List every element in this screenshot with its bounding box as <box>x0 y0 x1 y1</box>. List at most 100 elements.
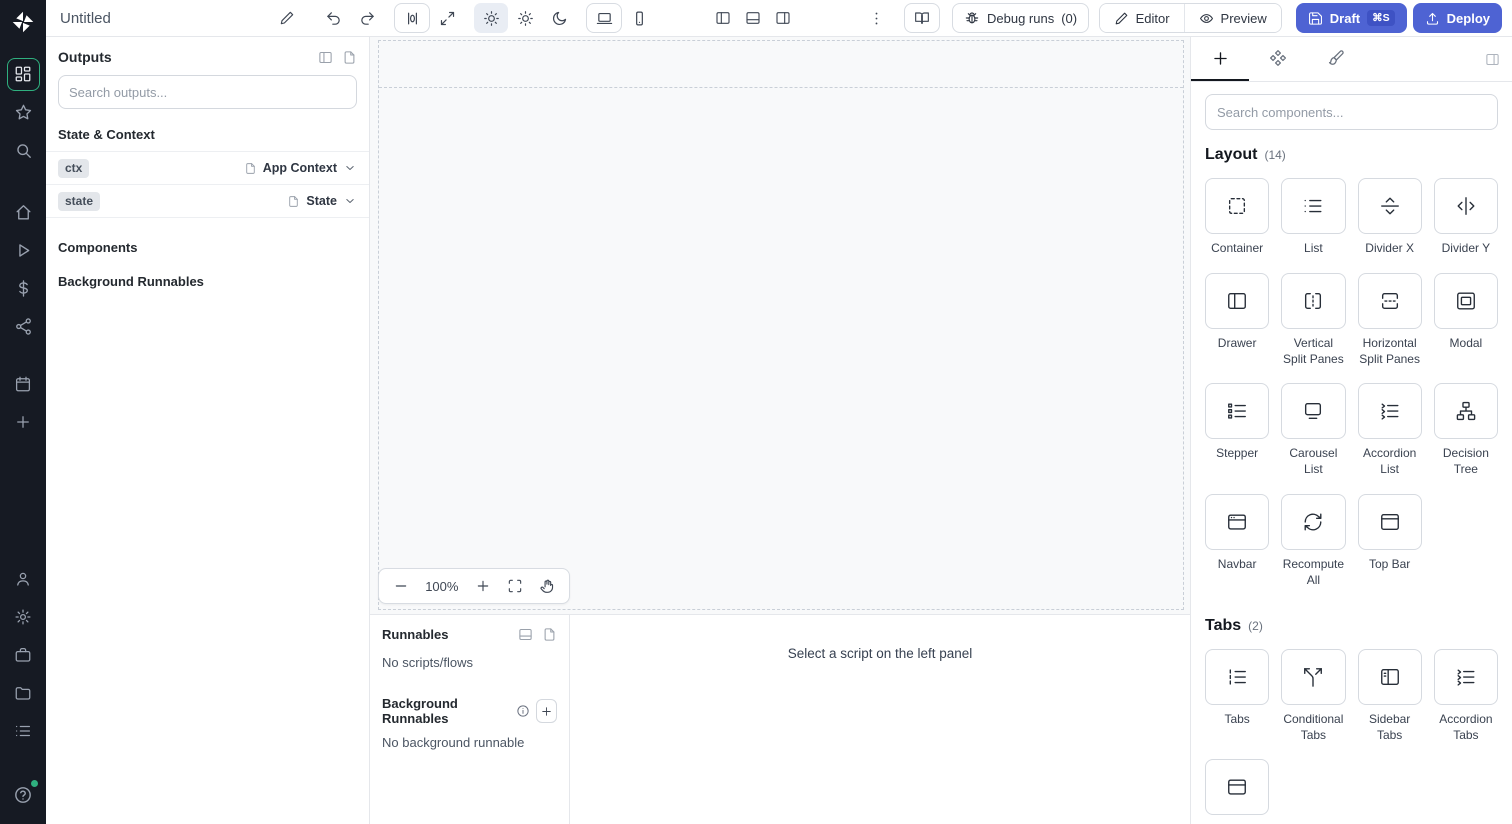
collapse-panel-button[interactable] <box>1485 37 1512 81</box>
desktop-view-button[interactable] <box>586 3 622 33</box>
component-card-tabs[interactable]: Tabs <box>1205 648 1270 744</box>
chevron-down-icon[interactable] <box>343 194 357 208</box>
rail-logs-button[interactable] <box>0 712 46 750</box>
drawer-icon <box>1205 272 1270 329</box>
help-button[interactable] <box>0 778 46 812</box>
grid-alignment-button[interactable] <box>394 3 430 33</box>
chevron-down-icon[interactable] <box>343 161 357 175</box>
preview-mode-button[interactable]: Preview <box>1184 4 1281 32</box>
file-icon[interactable] <box>342 50 357 65</box>
component-card-navbar[interactable]: Navbar <box>1205 494 1270 589</box>
component-card-carousel-list[interactable]: Carousel List <box>1281 383 1346 478</box>
search-outputs-input[interactable] <box>58 75 357 109</box>
component-card-container[interactable]: Container <box>1205 178 1270 257</box>
topbar-icon <box>1357 494 1422 551</box>
redo-button[interactable] <box>350 3 384 33</box>
theme-auto-button[interactable] <box>474 3 508 33</box>
component-card-horizontal-split-panes[interactable]: Horizontal Split Panes <box>1357 272 1422 368</box>
theme-light-button[interactable] <box>508 3 542 33</box>
components-panel: Layout(14) Container List Divider X Divider … <box>1190 37 1512 824</box>
component-card-accordion-list[interactable]: Accordion List <box>1357 383 1422 478</box>
rail-variables-button[interactable] <box>0 269 46 307</box>
expand-grid-button[interactable] <box>430 3 464 33</box>
file-icon <box>244 162 257 175</box>
search-components-input[interactable] <box>1205 94 1498 130</box>
component-card-recompute-all[interactable]: Recompute All <box>1281 494 1346 589</box>
theme-dark-button[interactable] <box>542 3 576 33</box>
save-draft-button[interactable]: Draft ⌘S <box>1295 3 1407 33</box>
component-card-accordion-tabs[interactable]: Accordion Tabs <box>1433 648 1498 744</box>
fit-view-button[interactable] <box>507 578 523 594</box>
expand-icon <box>439 10 456 27</box>
rail-folders-button[interactable] <box>0 674 46 712</box>
component-card-vertical-split-panes[interactable]: Vertical Split Panes <box>1281 272 1346 368</box>
component-card-window[interactable] <box>1205 759 1270 824</box>
editor-mode-button[interactable]: Editor <box>1099 4 1184 32</box>
dollar-icon <box>14 279 33 298</box>
toggle-bottom-panel-button[interactable] <box>738 3 768 33</box>
component-card-divider-x[interactable]: Divider X <box>1357 178 1422 257</box>
debug-runs-label: Debug runs <box>987 10 1055 26</box>
toggle-right-panel-button[interactable] <box>768 3 798 33</box>
component-card-drawer[interactable]: Drawer <box>1205 272 1270 368</box>
outputs-title: Outputs <box>58 49 112 65</box>
vsplit-icon <box>1281 272 1346 329</box>
rail-resources-button[interactable] <box>0 307 46 345</box>
component-card-modal[interactable]: Modal <box>1433 272 1498 368</box>
stepper-icon <box>1205 383 1270 440</box>
component-section-tabs: Tabs (2) Tabs Conditional Tabs Sidebar Tabs A… <box>1205 617 1498 824</box>
docs-button[interactable] <box>904 3 940 33</box>
file-icon[interactable] <box>542 627 557 642</box>
windmill-logo[interactable] <box>10 9 36 35</box>
add-background-runnable-button[interactable] <box>535 699 557 723</box>
gear-icon <box>14 608 32 626</box>
rail-settings-button[interactable] <box>0 598 46 636</box>
component-card-top-bar[interactable]: Top Bar <box>1357 494 1422 589</box>
component-label: List <box>1304 241 1323 255</box>
rail-schedules-button[interactable] <box>0 365 46 403</box>
tab-styling[interactable] <box>1307 37 1365 81</box>
nav-rail <box>0 0 46 824</box>
pencil-icon <box>1114 11 1129 26</box>
zoom-in-button[interactable] <box>475 578 491 594</box>
rename-button[interactable] <box>274 3 300 33</box>
panel-bottom-icon[interactable] <box>518 627 533 642</box>
plus-icon <box>1211 49 1230 68</box>
rail-home-button[interactable] <box>0 193 46 231</box>
plus-icon <box>475 578 491 594</box>
component-card-divider-y[interactable]: Divider Y <box>1433 178 1498 257</box>
output-row-state[interactable]: state State <box>46 185 369 218</box>
component-card-sidebar-tabs[interactable]: Sidebar Tabs <box>1357 648 1422 744</box>
rail-workers-button[interactable] <box>0 636 46 674</box>
rail-apps-button[interactable] <box>0 55 46 93</box>
component-grid: Container List Divider X Divider Y Drawer Ver… <box>1205 178 1498 589</box>
accordion-icon <box>1433 648 1498 705</box>
pan-mode-button[interactable] <box>539 578 555 594</box>
rail-user-button[interactable] <box>0 560 46 598</box>
rail-favorites-button[interactable] <box>0 93 46 131</box>
component-label: Top Bar <box>1368 557 1411 572</box>
component-card-list[interactable]: List <box>1281 178 1346 257</box>
panel-left-icon[interactable] <box>318 50 333 65</box>
more-menu-button[interactable] <box>862 3 890 33</box>
tab-insert-component[interactable] <box>1191 37 1249 81</box>
runnables-title: Runnables <box>382 627 449 642</box>
component-card-decision-tree[interactable]: Decision Tree <box>1433 383 1498 478</box>
component-label: Accordion Tabs <box>1439 711 1493 742</box>
rail-search-button[interactable] <box>0 131 46 169</box>
debug-runs-button[interactable]: Debug runs (0) <box>952 3 1090 33</box>
app-canvas[interactable]: 100% <box>370 37 1190 614</box>
toggle-left-panel-button[interactable] <box>708 3 738 33</box>
rail-runs-button[interactable] <box>0 231 46 269</box>
tab-component-settings[interactable] <box>1249 37 1307 81</box>
component-card-conditional-tabs[interactable]: Conditional Tabs <box>1281 648 1346 744</box>
component-label: Decision Tree <box>1442 446 1489 477</box>
undo-button[interactable] <box>316 3 350 33</box>
output-row-ctx[interactable]: ctx App Context <box>46 152 369 185</box>
mobile-view-button[interactable] <box>622 3 656 33</box>
rail-create-button[interactable] <box>0 403 46 441</box>
canvas-empty-row[interactable] <box>379 41 1183 88</box>
zoom-out-button[interactable] <box>393 578 409 594</box>
component-card-stepper[interactable]: Stepper <box>1205 383 1270 478</box>
deploy-button[interactable]: Deploy <box>1412 3 1502 33</box>
